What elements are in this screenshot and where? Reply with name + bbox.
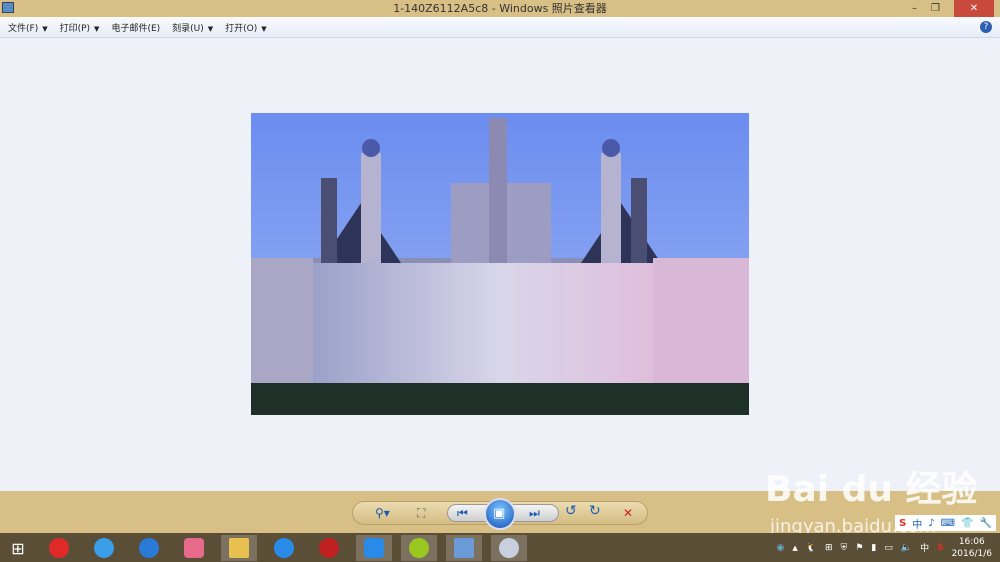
rotate-ccw-button[interactable]: ↺ [565, 503, 577, 519]
taskbar-app-green[interactable] [401, 535, 437, 561]
skin-icon[interactable]: 👕 [961, 518, 973, 529]
taskbar: ⊞ ◉ ▲ 🐧 ⊞ ⛨ ⚑ ▮ ▭ 🔈 中 S 16:06 2016/1/6 [0, 533, 1000, 562]
windows-icon: ⊞ [11, 538, 25, 558]
menu-label: 打印(P) [59, 23, 91, 34]
taskbar-app-vivaldi[interactable] [41, 535, 77, 561]
app-icon [139, 538, 159, 558]
title-bar: 1-140Z6112A5c8 - Windows 照片查看器 – ❐ ✕ [0, 0, 1000, 17]
restore-button[interactable]: ❐ [931, 0, 940, 17]
chevron-down-icon: ▼ [42, 24, 48, 33]
sogou-icon[interactable]: S [899, 518, 906, 529]
cloud-icon [94, 538, 114, 558]
taskbar-app-sogou-browser[interactable] [266, 535, 302, 561]
slideshow-icon: ▣ [493, 506, 506, 521]
next-button[interactable]: ⏭ [529, 506, 540, 521]
photo-castle [251, 113, 749, 415]
taskbar-app-pink[interactable] [176, 535, 212, 561]
tray-app-icon[interactable]: ◉ [777, 543, 785, 553]
start-button[interactable]: ⊞ [0, 535, 36, 561]
taskbar-app-paint[interactable] [491, 535, 527, 561]
taskbar-app-explorer[interactable] [221, 535, 257, 561]
menu-label: 打开(O) [225, 23, 258, 34]
menu-bar: 文件(F) ▼ 打印(P) ▼ 电子邮件(E) 刻录(U) ▼ 打开(O) ▼ ? [0, 17, 1000, 38]
menu-file[interactable]: 文件(F) ▼ [8, 21, 48, 34]
actual-size-button[interactable]: ⛶ [417, 506, 425, 521]
browser-icon [274, 538, 294, 558]
paint-icon [499, 538, 519, 558]
slideshow-button[interactable]: ▣ [484, 498, 516, 530]
rotate-cw-button[interactable]: ↻ [589, 503, 601, 519]
window-title: 1-140Z6112A5c8 - Windows 照片查看器 [393, 2, 607, 15]
sogou-tray-icon[interactable]: S [937, 543, 943, 553]
punctuation-icon[interactable]: ♪ [928, 518, 934, 529]
zoom-button[interactable]: ⚲▾ [375, 506, 390, 520]
system-tray: ◉ ▲ 🐧 ⊞ ⛨ ⚑ ▮ ▭ 🔈 中 S 16:06 2016/1/6 [777, 533, 1000, 562]
menu-print[interactable]: 打印(P) ▼ [60, 21, 100, 34]
flag-icon[interactable]: ⚑ [855, 543, 863, 553]
volume-icon[interactable]: 🔈 [901, 543, 912, 553]
time: 16:06 [958, 536, 985, 547]
photo-icon [454, 538, 474, 558]
media-icon [319, 538, 339, 558]
help-icon[interactable]: ? [980, 21, 992, 33]
folder-icon [229, 538, 249, 558]
ime-indicator[interactable]: 中 [920, 541, 929, 554]
battery-icon[interactable]: ▮ [871, 543, 876, 553]
ime-toolbar: S 中 ♪ ⌨ 👕 🔧 [895, 515, 996, 531]
app-icon [184, 538, 204, 558]
menu-label: 电子邮件(E) [111, 23, 161, 34]
baidu-watermark: Bai du 经验 [765, 469, 978, 510]
ime-mode-icon[interactable]: 中 [912, 516, 922, 531]
menu-label: 刻录(U) [172, 23, 204, 34]
taskbar-app-photo-viewer[interactable] [446, 535, 482, 561]
menu-open[interactable]: 打开(O) ▼ [225, 21, 267, 34]
vivaldi-icon [49, 538, 69, 558]
taskbar-app-blue2[interactable] [356, 535, 392, 561]
keyboard-icon[interactable]: ⌨ [941, 518, 955, 529]
taskbar-app-blue[interactable] [131, 535, 167, 561]
windows-update-icon[interactable]: ⊞ [825, 543, 833, 553]
chevron-down-icon: ▼ [94, 24, 100, 33]
close-button[interactable]: ✕ [954, 0, 994, 17]
chevron-down-icon: ▼ [261, 24, 267, 33]
network-icon[interactable]: ▭ [884, 543, 893, 553]
taskbar-app-baidu-cloud[interactable] [86, 535, 122, 561]
minimize-button[interactable]: – [912, 0, 917, 17]
menu-burn[interactable]: 刻录(U) ▼ [172, 21, 213, 34]
clock[interactable]: 16:06 2016/1/6 [952, 536, 992, 560]
menu-label: 文件(F) [8, 23, 39, 34]
delete-button[interactable]: ✕ [623, 506, 633, 520]
settings-wrench-icon[interactable]: 🔧 [980, 518, 992, 529]
qq-icon[interactable]: 🐧 [806, 543, 817, 553]
taskbar-app-media[interactable] [311, 535, 347, 561]
menu-email[interactable]: 电子邮件(E) [111, 21, 160, 34]
show-hidden-icons[interactable]: ▲ [792, 544, 797, 552]
date: 2016/1/6 [951, 548, 992, 559]
app-icon [409, 538, 429, 558]
app-icon [364, 538, 384, 558]
previous-button[interactable]: ⏮ [457, 506, 468, 521]
shield-icon[interactable]: ⛨ [841, 543, 848, 553]
control-group: ⚲▾ ⛶ ⏮ ▣ ⏭ ↺ ↻ ✕ [352, 498, 648, 530]
app-icon [2, 2, 14, 13]
chevron-down-icon: ▼ [207, 24, 214, 33]
